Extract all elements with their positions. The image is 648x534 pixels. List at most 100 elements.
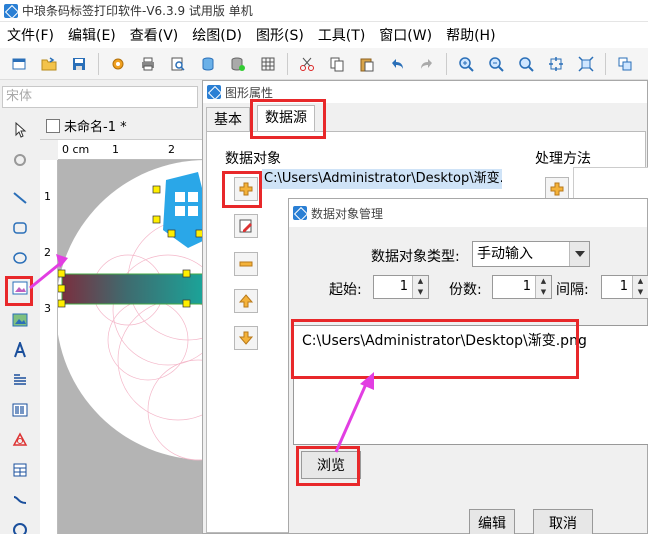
table-tool[interactable]: [8, 458, 32, 482]
database-icon: [202, 57, 214, 71]
rectangle-icon: [13, 222, 27, 234]
grid-button[interactable]: [256, 52, 280, 76]
line-tool[interactable]: [8, 186, 32, 210]
print-preview-button[interactable]: [166, 52, 190, 76]
plus-icon: [550, 182, 564, 196]
move-up-button[interactable]: [234, 289, 258, 313]
menu-draw[interactable]: 绘图(D): [185, 25, 249, 45]
menu-help[interactable]: 帮助(H): [439, 25, 502, 45]
zoom-fit-button[interactable]: [514, 52, 538, 76]
copies-spinner[interactable]: 1 ▲ ▼: [492, 275, 552, 299]
zoom-out-button[interactable]: [484, 52, 508, 76]
text-icon: [14, 342, 26, 358]
layers-button[interactable]: [613, 52, 637, 76]
add-data-button[interactable]: [234, 177, 258, 201]
font-bar: 宋体: [0, 82, 205, 110]
edit-button[interactable]: 编辑: [469, 509, 515, 534]
menu-tools[interactable]: 工具(T): [311, 25, 372, 45]
rectangle-tool[interactable]: [8, 216, 32, 240]
copies-stepper[interactable]: ▲ ▼: [535, 276, 551, 298]
paste-icon: [360, 58, 374, 71]
interval-label: 间隔:: [556, 282, 589, 298]
barcode-tool[interactable]: [8, 398, 32, 422]
copy-button[interactable]: [325, 52, 349, 76]
rotate-icon: [14, 154, 26, 166]
ellipse-tool[interactable]: [8, 246, 32, 270]
shape-tool[interactable]: [8, 428, 32, 452]
interval-spinner[interactable]: 1 ▲ ▼: [601, 275, 648, 299]
line-icon: [13, 192, 27, 204]
circle-tool[interactable]: [8, 516, 32, 534]
shape-properties-titlebar: 图形属性: [203, 81, 647, 103]
undo-button[interactable]: [385, 52, 409, 76]
dialog-logo-icon: [207, 85, 221, 99]
database-connect-button[interactable]: [226, 52, 250, 76]
paste-button[interactable]: [355, 52, 379, 76]
fit-page-button[interactable]: [574, 52, 598, 76]
select-icon: [15, 122, 27, 138]
select-tool[interactable]: [8, 118, 32, 142]
edit-icon: [239, 219, 252, 233]
browse-button[interactable]: 浏览: [301, 451, 361, 479]
fit-page-icon: [578, 55, 594, 72]
edit-data-button[interactable]: [234, 214, 258, 238]
data-object-label: 数据对象: [225, 151, 281, 167]
database-connect-icon: [231, 57, 245, 71]
zoom-in-button[interactable]: [454, 52, 478, 76]
menu-bar: 文件(F) 编辑(E) 查看(V) 绘图(D) 图形(S) 工具(T) 窗口(W…: [0, 22, 648, 48]
save-button[interactable]: [67, 52, 91, 76]
print-button[interactable]: [136, 52, 160, 76]
menu-shape[interactable]: 图形(S): [249, 25, 311, 45]
main-toolbar: [0, 48, 648, 80]
ruler-mark: 2: [168, 143, 175, 156]
minus-icon: [239, 261, 253, 267]
cut-button[interactable]: [295, 52, 319, 76]
image-tool[interactable]: [8, 308, 32, 332]
curve-tool[interactable]: [8, 488, 32, 512]
document-tab[interactable]: 未命名-1 *: [40, 112, 205, 140]
menu-file[interactable]: 文件(F): [0, 25, 61, 45]
rich-text-icon: [14, 374, 26, 385]
data-content-textarea[interactable]: C:\Users\Administrator\Desktop\渐变.png: [293, 325, 648, 445]
data-object-list-item[interactable]: C:\Users\Administrator\Desktop\渐变.p: [262, 169, 502, 189]
data-object-manager-dialog: 数据对象管理 数据对象类型: 手动输入 起始: 1 ▲ ▼ 份数: 1 ▲ ▼ 间隔…: [288, 198, 648, 534]
settings-button[interactable]: [106, 52, 130, 76]
gradient-bar[interactable]: [62, 274, 205, 304]
label-drawing: [58, 160, 205, 461]
new-button[interactable]: [7, 52, 31, 76]
data-type-select[interactable]: 手动输入: [472, 241, 590, 267]
database-button[interactable]: [196, 52, 220, 76]
fit-window-button[interactable]: [544, 52, 568, 76]
data-manager-title: 数据对象管理: [311, 206, 384, 221]
redo-button[interactable]: [415, 52, 439, 76]
menu-edit[interactable]: 编辑(E): [61, 25, 123, 45]
design-canvas[interactable]: [58, 160, 205, 534]
interval-value: 1: [619, 279, 628, 294]
open-button[interactable]: [37, 52, 61, 76]
cancel-button[interactable]: 取消: [533, 509, 593, 534]
picture-tool[interactable]: [8, 276, 32, 300]
tab-basic[interactable]: 基本: [206, 107, 250, 131]
move-down-button[interactable]: [234, 326, 258, 350]
tab-data-source[interactable]: 数据源: [257, 105, 315, 131]
interval-stepper[interactable]: ▲ ▼: [632, 276, 648, 298]
ruler-mark: 3: [44, 302, 51, 315]
undo-icon: [392, 58, 403, 69]
menu-view[interactable]: 查看(V): [123, 25, 186, 45]
shape-icon: [12, 432, 28, 446]
start-stepper[interactable]: ▲ ▼: [412, 276, 428, 298]
text-tool[interactable]: [8, 338, 32, 362]
grid-icon: [261, 57, 275, 70]
start-spinner[interactable]: 1 ▲ ▼: [373, 275, 429, 299]
remove-data-button[interactable]: [234, 252, 258, 276]
rich-text-tool[interactable]: [8, 368, 32, 392]
ruler-mark: 2: [44, 246, 51, 259]
zoom-in-icon: [459, 56, 474, 72]
redo-icon: [421, 58, 432, 69]
app-logo-icon: [4, 3, 18, 18]
open-icon: [41, 56, 57, 70]
menu-window[interactable]: 窗口(W): [372, 25, 439, 45]
rotate-tool[interactable]: [8, 148, 32, 172]
font-selector[interactable]: 宋体: [2, 86, 198, 108]
toolbar-separator: [287, 52, 288, 75]
